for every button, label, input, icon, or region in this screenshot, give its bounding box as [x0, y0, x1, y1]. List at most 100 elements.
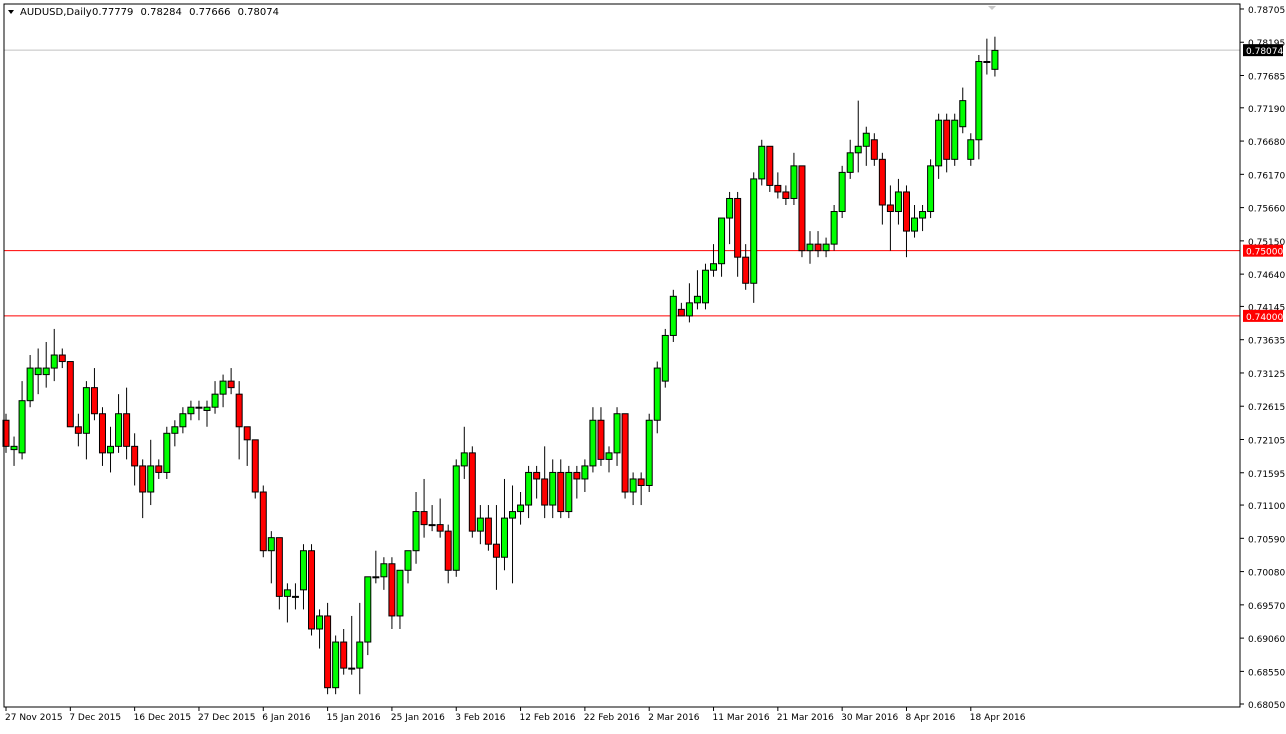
chart-window[interactable]: 0.787050.781950.776850.771900.766800.761…	[0, 0, 1286, 730]
ohlc-low: 0.77666	[189, 7, 230, 18]
candle-body-bear	[340, 641, 348, 669]
candle-body-bull	[613, 413, 621, 454]
x-tick-label: 15 Jan 2016	[327, 713, 381, 723]
candle[interactable]	[621, 413, 629, 499]
candle[interactable]	[468, 446, 476, 538]
candle-body-bull	[187, 406, 195, 415]
y-tick-label: 0.70590	[1248, 535, 1285, 545]
candle-body-bear	[870, 139, 878, 160]
x-tick-label: 11 Mar 2016	[713, 713, 770, 723]
candle-body-bull	[806, 243, 814, 252]
candle[interactable]	[66, 361, 74, 428]
current-price-tag: 0.78074	[1246, 47, 1283, 57]
candle-body-bull	[34, 367, 42, 376]
y-tick-label: 0.69060	[1248, 635, 1285, 645]
candle-body-bear	[243, 426, 251, 441]
candle-body-bear	[541, 478, 549, 506]
ohlc-open: 0.77779	[92, 7, 133, 18]
candle-body-bear	[58, 354, 66, 363]
candle-body-bear	[742, 256, 750, 284]
candle-body-bull	[629, 478, 637, 493]
candle[interactable]	[645, 413, 653, 493]
candle-body-bull	[396, 569, 404, 617]
candle[interactable]	[661, 328, 669, 388]
candlestick-chart[interactable]: 0.787050.781950.776850.771900.766800.761…	[0, 0, 1286, 730]
candle-body-bull	[179, 413, 187, 428]
candle-body-bear	[123, 413, 131, 447]
candle[interactable]	[332, 635, 340, 695]
candle[interactable]	[565, 465, 573, 519]
y-tick-label: 0.78705	[1248, 6, 1285, 16]
y-tick-label: 0.70080	[1248, 569, 1285, 579]
candle[interactable]	[669, 289, 677, 342]
candle-body-bear	[902, 191, 910, 232]
candle-body-bull	[830, 211, 838, 245]
y-tick-label: 0.73125	[1248, 370, 1285, 380]
candle[interactable]	[308, 544, 316, 636]
level-price-tag: 0.74000	[1246, 313, 1283, 323]
candle-body-bear	[251, 439, 259, 493]
candle-body-bull	[589, 419, 597, 467]
candle-body-bull	[163, 432, 171, 473]
candle-body-bull	[267, 537, 275, 552]
candle-body-bull	[927, 165, 935, 213]
candle-body-bear	[878, 158, 886, 206]
y-tick-label: 0.69570	[1248, 602, 1285, 612]
y-tick-label: 0.72105	[1248, 436, 1285, 446]
candle-body-bear	[766, 145, 774, 186]
symbol-title: AUDUSD,Daily	[20, 7, 92, 18]
candle-body-bull	[862, 132, 870, 147]
candle-body-bear	[308, 550, 316, 630]
candle-body-bull	[565, 471, 573, 513]
candle-body-bull	[750, 178, 758, 284]
candle[interactable]	[927, 159, 935, 219]
candle-body-bull	[115, 413, 123, 447]
candle-body-bear	[66, 361, 74, 428]
candle-body-bear	[227, 380, 235, 389]
candle[interactable]	[452, 459, 460, 577]
candle-body-bear	[621, 413, 629, 493]
candle[interactable]	[259, 485, 267, 558]
y-tick-label: 0.71100	[1248, 502, 1285, 512]
candle-body-bear	[388, 563, 396, 617]
candle-body-bear	[259, 491, 267, 552]
candle-body-bull	[669, 295, 677, 336]
candle-body-bull	[693, 295, 701, 304]
x-tick-label: 21 Mar 2016	[777, 713, 834, 723]
candle-body-bull	[517, 504, 525, 513]
y-tick-label: 0.76170	[1248, 171, 1285, 181]
x-tick-label: 30 Mar 2016	[841, 713, 898, 723]
candle[interactable]	[251, 439, 259, 499]
candle-body-bull	[348, 667, 356, 670]
y-tick-label: 0.77685	[1248, 73, 1285, 83]
candle-body-bull	[935, 119, 943, 167]
candle-body-bull	[959, 100, 967, 128]
candle-body-bear	[573, 471, 581, 480]
candle-body-bull	[428, 524, 436, 527]
candle[interactable]	[798, 165, 806, 258]
candle[interactable]	[758, 139, 766, 186]
candle[interactable]	[750, 172, 758, 303]
candle-body-bear	[131, 445, 139, 467]
candle[interactable]	[951, 113, 959, 166]
x-tick-label: 27 Nov 2015	[5, 713, 63, 723]
candle-body-bull	[452, 465, 460, 571]
candle-body-bear	[90, 387, 98, 415]
candle[interactable]	[163, 426, 171, 479]
candle-body-bull	[605, 452, 613, 460]
candle[interactable]	[838, 165, 846, 219]
candle-body-bull	[983, 60, 991, 63]
candle[interactable]	[766, 145, 774, 192]
x-tick-label: 16 Dec 2015	[134, 713, 192, 723]
candle-body-bear	[436, 524, 444, 532]
candle[interactable]	[830, 204, 838, 251]
candle[interactable]	[701, 263, 709, 310]
candle-body-bull	[549, 471, 557, 506]
candle-body-bull	[911, 217, 919, 232]
candle-body-bull	[219, 380, 227, 395]
y-tick-label: 0.73635	[1248, 337, 1285, 347]
candle-body-bear	[98, 413, 106, 454]
x-tick-label: 6 Jan 2016	[262, 713, 310, 723]
candle[interactable]	[324, 602, 332, 695]
candle-body-bull	[581, 465, 589, 480]
